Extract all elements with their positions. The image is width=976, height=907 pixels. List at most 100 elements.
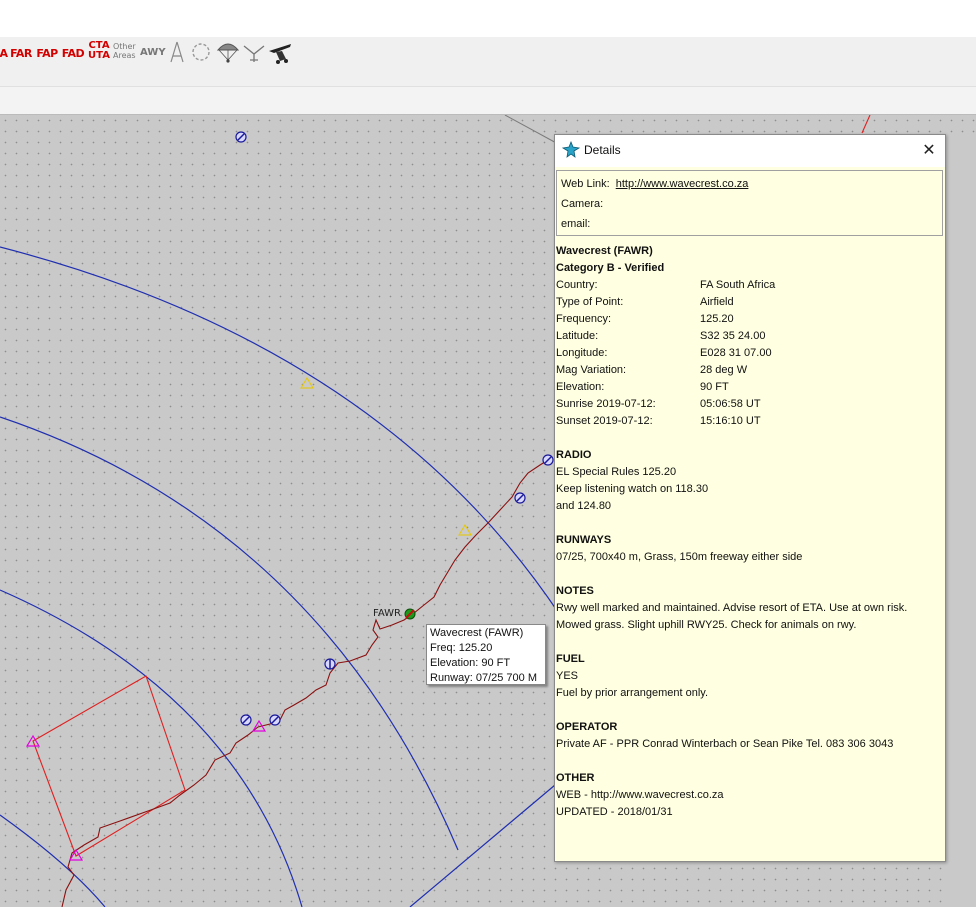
restricted-area	[32, 675, 186, 857]
map-toolbar: A FAR FAP FAD CTA UTA Other Areas AWY	[0, 37, 976, 67]
field-value: 28 deg W	[700, 364, 748, 376]
areas-label: Areas	[113, 51, 136, 60]
airspace-line	[409, 784, 556, 907]
parachute-icon[interactable]	[216, 40, 240, 64]
cta-uta-button[interactable]: CTA UTA	[86, 41, 112, 61]
app-icon	[562, 141, 580, 158]
uta-label: UTA	[88, 50, 110, 61]
circle-dashed-icon[interactable]	[190, 40, 212, 64]
tooltip-freq: Freq: 125.20	[430, 642, 493, 654]
tooltip-elevation: Elevation: 90 FT	[430, 657, 511, 669]
waypoint-triangle[interactable]	[458, 524, 472, 536]
glider-icon[interactable]	[242, 40, 266, 64]
field-key: Mag Variation:	[556, 364, 627, 376]
field-mag-variation: Mag Variation: 28 deg W	[556, 362, 944, 379]
field-key: Sunset 2019-07-12:	[556, 415, 653, 427]
far-label: FAR	[10, 46, 32, 60]
awy-label: AWY	[140, 47, 166, 58]
awy-button[interactable]: AWY	[140, 47, 166, 58]
map-right-area	[946, 134, 976, 907]
close-button[interactable]: ✕	[919, 140, 939, 160]
operator-line: Private AF - PPR Conrad Winterbach or Se…	[556, 738, 894, 750]
camera-row: Camera:	[561, 198, 603, 210]
fuel-line: Fuel by prior arrangement only.	[556, 687, 709, 699]
field-key: Longitude:	[556, 347, 608, 359]
airspace-arc-middle	[0, 416, 459, 851]
airspace-arc-inner	[0, 589, 303, 907]
field-sunrise: Sunrise 2019-07-12: 05:06:58 UT	[556, 396, 944, 413]
notes-heading: NOTES	[556, 585, 594, 597]
close-icon: ✕	[922, 140, 936, 159]
web-link-label: Web Link:	[561, 178, 610, 190]
area-a-label: A	[0, 46, 8, 60]
radio-heading: RADIO	[556, 449, 592, 461]
runways-line: 07/25, 700x40 m, Grass, 150m freeway eit…	[556, 551, 803, 563]
field-value: FA South Africa	[700, 279, 776, 291]
details-body: Wavecrest (FAWR) Category B - Verified C…	[556, 243, 944, 821]
field-value: Airfield	[700, 296, 734, 308]
other-label: Other	[113, 42, 136, 51]
navaid-marker[interactable]	[235, 131, 247, 143]
fap-button[interactable]: FAP	[35, 43, 59, 63]
fuel-line: YES	[556, 670, 579, 682]
radio-line: Keep listening watch on 118.30	[556, 483, 709, 495]
details-title: Details	[584, 143, 621, 157]
web-link-row: Web Link: http://www.wavecrest.co.za	[561, 178, 748, 190]
airspace-arc-small	[0, 814, 106, 907]
field-longitude: Longitude: E028 31 07.00	[556, 345, 944, 362]
details-window: Details ✕ Web Link: http://www.wavecrest.…	[554, 134, 946, 862]
area-a-button[interactable]: A	[0, 43, 8, 63]
operator-heading: OPERATOR	[556, 721, 618, 733]
field-country: Country: FA South Africa	[556, 277, 944, 294]
field-key: Sunrise 2019-07-12:	[556, 398, 656, 410]
fuel-heading: FUEL	[556, 653, 585, 665]
navaid-marker[interactable]	[240, 714, 252, 726]
airfield-fawr-marker[interactable]	[404, 608, 416, 620]
runways-heading: RUNWAYS	[556, 534, 612, 546]
field-key: Frequency:	[556, 313, 612, 325]
links-panel: Web Link: http://www.wavecrest.co.za Came…	[556, 170, 943, 236]
other-areas-button[interactable]: Other Areas	[113, 42, 136, 60]
field-latitude: Latitude: S32 35 24.00	[556, 328, 944, 345]
toolbar-strip	[0, 66, 976, 87]
tower-icon[interactable]	[166, 40, 188, 64]
navaid-marker[interactable]	[269, 714, 281, 726]
field-key: Type of Point:	[556, 296, 624, 308]
other-line: WEB - http://www.wavecrest.co.za	[556, 789, 724, 801]
status-strip	[0, 87, 976, 115]
airspace-arc-outer	[0, 246, 561, 616]
boundary-line	[504, 115, 561, 146]
field-value: 05:06:58 UT	[700, 398, 761, 410]
radio-line: EL Special Rules 125.20	[556, 466, 677, 478]
web-link[interactable]: http://www.wavecrest.co.za	[616, 178, 749, 190]
far-button[interactable]: FAR	[9, 43, 33, 63]
field-key: Latitude:	[556, 330, 599, 342]
field-sunset: Sunset 2019-07-12: 15:16:10 UT	[556, 413, 944, 430]
airfield-fawr-label: FAWR	[373, 608, 401, 619]
field-elevation: Elevation: 90 FT	[556, 379, 944, 396]
navaid-marker[interactable]	[514, 492, 526, 504]
field-value: S32 35 24.00	[700, 330, 766, 342]
fap-label: FAP	[36, 46, 58, 60]
email-row: email:	[561, 218, 590, 230]
fad-label: FAD	[61, 46, 85, 60]
field-value: 125.20	[700, 313, 734, 325]
field-key: Country:	[556, 279, 598, 291]
window-top-area	[0, 0, 976, 38]
field-type: Type of Point: Airfield	[556, 294, 944, 311]
details-title-bar[interactable]: Details ✕	[555, 135, 945, 167]
field-value: 15:16:10 UT	[700, 415, 761, 427]
notes-line: Mowed grass. Slight uphill RWY25. Check …	[556, 619, 857, 631]
other-line: UPDATED - 2018/01/31	[556, 806, 673, 818]
waypoint-triangle[interactable]	[300, 377, 314, 389]
tooltip-runway: Runway: 07/25 700 M	[430, 672, 538, 684]
radio-line: and 124.80	[556, 500, 612, 512]
tooltip-name: Wavecrest (FAWR)	[430, 627, 524, 639]
navaid-marker[interactable]	[324, 658, 336, 670]
fad-button[interactable]: FAD	[61, 43, 85, 63]
field-value: E028 31 07.00	[700, 347, 772, 359]
microlight-icon[interactable]	[266, 39, 294, 65]
navaid-marker[interactable]	[542, 454, 554, 466]
field-key: Elevation:	[556, 381, 605, 393]
airfield-tooltip: Wavecrest (FAWR) Freq: 125.20 Elevation:…	[426, 624, 546, 685]
